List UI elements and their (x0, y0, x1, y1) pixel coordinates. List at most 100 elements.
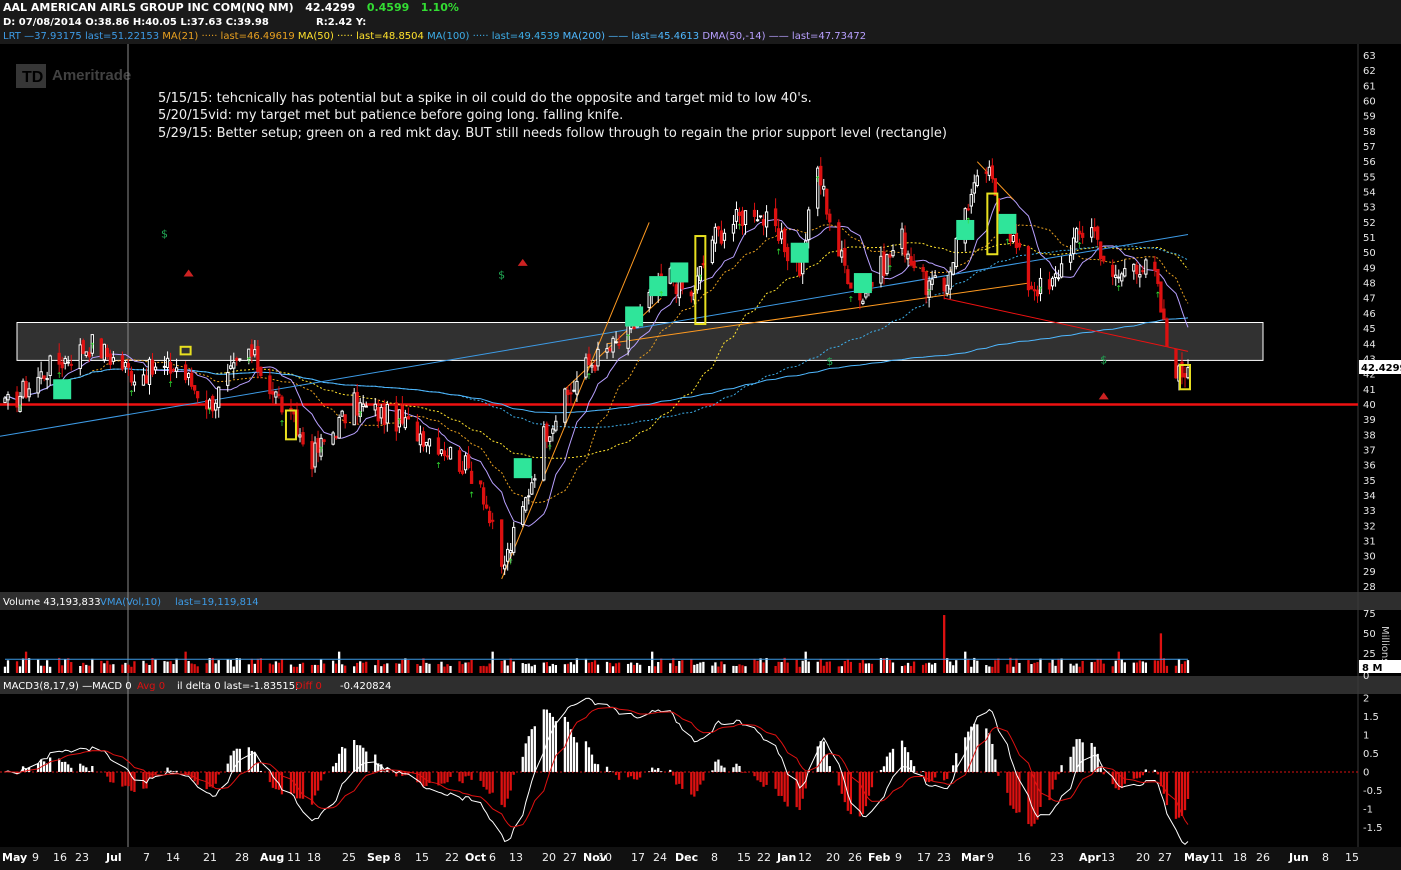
volume-bar (359, 661, 362, 673)
candle-body (755, 219, 760, 222)
volume-bar (1135, 662, 1138, 673)
volume-bar (121, 664, 124, 673)
volume-bar (723, 664, 726, 673)
macd-hist-bar (786, 771, 789, 807)
candle-body (238, 358, 242, 361)
candle-body (165, 357, 170, 368)
candle-body (481, 487, 486, 505)
candle-body (575, 380, 579, 395)
volume-bar (103, 663, 106, 673)
candle-body (734, 209, 739, 222)
volume-bar (678, 660, 681, 673)
candle-body (105, 347, 109, 358)
macd-hist-bar (1081, 742, 1084, 772)
candle-body (439, 449, 444, 455)
volume-bar (714, 662, 717, 673)
volume-bar (843, 661, 846, 673)
volume-bar (1117, 651, 1120, 673)
macd-hist-bar (906, 752, 910, 772)
macd-hist-bar (879, 769, 883, 772)
volume-bar (316, 664, 320, 673)
candle-body (1096, 226, 1100, 240)
date-tick-label: 15 (415, 851, 429, 864)
date-tick-label: 27 (563, 851, 577, 864)
date-tick-label: 16 (1017, 851, 1031, 864)
candle-body (1011, 235, 1016, 242)
volume-bar (991, 666, 994, 673)
volume-bar (485, 666, 488, 673)
macd-hist-bar (337, 753, 341, 772)
volume-bar (1060, 658, 1063, 673)
volume-bar (756, 660, 759, 673)
macd-hist-bar (521, 756, 524, 772)
up-arrow-icon: ↑ (17, 403, 24, 412)
macd-hist-bar (635, 771, 639, 780)
date-tick-label: 24 (653, 851, 667, 864)
macd-hist-bar (1123, 771, 1126, 784)
candle-body (1050, 277, 1055, 287)
date-tick-label: 18 (307, 851, 321, 864)
volume-bar (1036, 662, 1039, 673)
candle-body (737, 211, 742, 216)
candle-body (1047, 279, 1052, 290)
candle-body (719, 230, 724, 244)
candle-body (569, 392, 573, 395)
volume-bar (997, 658, 1000, 673)
candle-body (271, 391, 275, 395)
macd-hist-bar (42, 761, 46, 772)
macd-diff-label: Diff 0 (295, 681, 322, 692)
volume-bar (1015, 658, 1018, 673)
candle-body (861, 300, 865, 304)
volume-bar (605, 661, 609, 673)
macd-hist-bar (322, 771, 326, 775)
date-tick-label: 15 (737, 851, 751, 864)
candle-body (48, 355, 52, 377)
candle-body (503, 564, 507, 570)
volume-bar (1180, 663, 1184, 673)
macd-hist-bar (991, 743, 994, 772)
macd-hist-bar (1165, 771, 1169, 806)
volume-bar (461, 664, 464, 673)
macd-tick-label: 2 (1363, 693, 1369, 704)
volume-bar (106, 660, 109, 673)
volume-bar (280, 659, 284, 673)
macd-hist-bar (340, 746, 344, 772)
candle-body (379, 406, 383, 419)
volume-bar (804, 651, 807, 673)
volume-bar (795, 659, 798, 673)
macd-hist-bar (720, 765, 723, 772)
macd-hist-bar (1069, 756, 1072, 772)
candle-body (1132, 263, 1136, 272)
volume-bar (690, 659, 693, 673)
macd-hist-bar (780, 771, 783, 796)
candle-body (828, 213, 832, 223)
volume-bar (699, 662, 702, 673)
candle-body (232, 362, 236, 369)
volume-bar (1123, 662, 1126, 673)
macd-hist-bar (58, 758, 61, 772)
candle-body (334, 436, 338, 439)
macd-hist-bar (825, 754, 828, 772)
price-tick-label: 40 (1363, 400, 1376, 411)
macd-hist-bar (693, 771, 696, 797)
up-arrow-icon: ↑ (848, 295, 855, 304)
candle-body (587, 353, 591, 366)
price-tick-label: 44 (1363, 339, 1376, 350)
candle-body (530, 482, 534, 495)
volume-bar (79, 666, 82, 673)
macd-hist-bar (997, 771, 1000, 776)
volume-bar (1132, 662, 1135, 673)
price-tick-label: 32 (1363, 521, 1376, 532)
candle-body (563, 388, 567, 423)
up-arrow-icon: ↑ (775, 247, 782, 256)
up-arrow-icon: ↑ (926, 288, 933, 297)
date-tick-label: 26 (1256, 851, 1270, 864)
volume-bar (840, 666, 843, 673)
volume-bar (1027, 660, 1030, 673)
volume-bar (617, 662, 621, 673)
macd-hist-bar (617, 771, 621, 780)
macd-hist-bar (882, 766, 886, 772)
volume-bar (933, 663, 937, 673)
candle-body (466, 454, 471, 469)
macd-hist-bar (753, 771, 756, 777)
